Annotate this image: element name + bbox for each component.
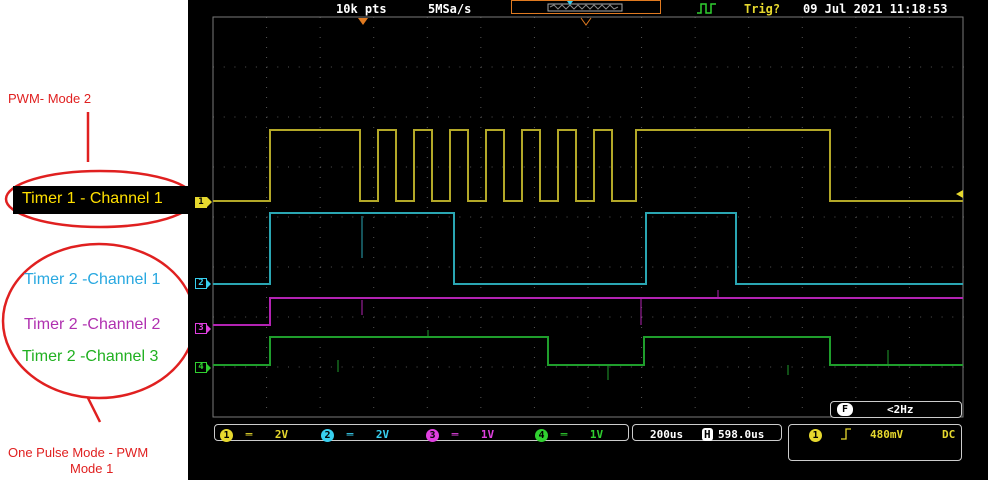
pwm-mode2-label: PWM- Mode 2: [8, 91, 92, 106]
timebase-position: 598.0us: [718, 428, 765, 441]
channel-4-badge: 4: [535, 429, 548, 442]
trigger-settings: 1: [809, 428, 822, 442]
oscilloscope-screen: 10k pts 5MSa/s Trig? 09 Jul 2021 11:18:5…: [188, 0, 988, 480]
annotation-drawings: [1, 112, 188, 423]
center-marker: [580, 17, 592, 26]
channel-4-marker[interactable]: 4: [195, 362, 211, 373]
channel-3-scale: 1V: [480, 428, 495, 441]
channel-2-marker[interactable]: 2: [195, 278, 211, 289]
trigger-level: 480mV: [870, 428, 904, 441]
annotation-panel: PWM- Mode 2 Timer 1 - Channel 1 Timer 2 …: [0, 0, 189, 480]
trigger-level-marker: [956, 190, 963, 198]
channel-3-settings[interactable]: 3 ═ 1V: [426, 428, 494, 442]
frequency-counter[interactable]: F <2Hz: [830, 401, 962, 418]
trigger-source-badge: 1: [809, 429, 822, 442]
channel-1-badge: 1: [220, 429, 233, 442]
trace-channel-1: [213, 129, 963, 202]
one-pulse-label-line1: One Pulse Mode - PWM: [8, 445, 149, 460]
trigger-coupling: DC: [942, 428, 956, 441]
dc-coupling-icon: ═: [245, 428, 253, 441]
trace-channel-4: [213, 336, 963, 366]
frequency-value: <2Hz: [887, 403, 914, 416]
one-pulse-pointer-line: [86, 397, 102, 423]
channel-1-marker[interactable]: 1: [195, 197, 212, 208]
timer2-channel2-label: Timer 2 -Channel 2: [24, 316, 161, 333]
channel-2-settings[interactable]: 2 ═ 2V: [321, 428, 389, 442]
timer2-channel1-label: Timer 2 -Channel 1: [24, 271, 161, 288]
frequency-badge: F: [837, 403, 853, 416]
dc-coupling-icon: ═: [560, 428, 568, 441]
dc-coupling-icon: ═: [346, 428, 354, 441]
dc-coupling-icon: ═: [451, 428, 459, 441]
trigger-position-marker: [358, 18, 368, 25]
trace-channel-2: [213, 212, 963, 285]
channel-3-badge: 3: [426, 429, 439, 442]
horizontal-position-icon: H: [702, 428, 713, 441]
trace-channel-3: [213, 297, 963, 326]
timer1-channel1-label: Timer 1 - Channel 1: [22, 190, 163, 207]
channel-1-settings[interactable]: 1 ═ 2V: [220, 428, 288, 442]
timer2-channel3-label: Timer 2 -Channel 3: [22, 348, 159, 365]
rising-edge-icon: [841, 428, 851, 440]
channel-4-scale: 1V: [589, 428, 604, 441]
channel-1-scale: 2V: [274, 428, 289, 441]
channel-3-marker[interactable]: 3: [195, 323, 211, 334]
channel-2-badge: 2: [321, 429, 334, 442]
one-pulse-label-line2: Mode 1: [70, 461, 114, 476]
channel-4-settings[interactable]: 4 ═ 1V: [535, 428, 603, 442]
channel-2-scale: 2V: [375, 428, 390, 441]
timebase-scale: 200us: [650, 428, 684, 441]
